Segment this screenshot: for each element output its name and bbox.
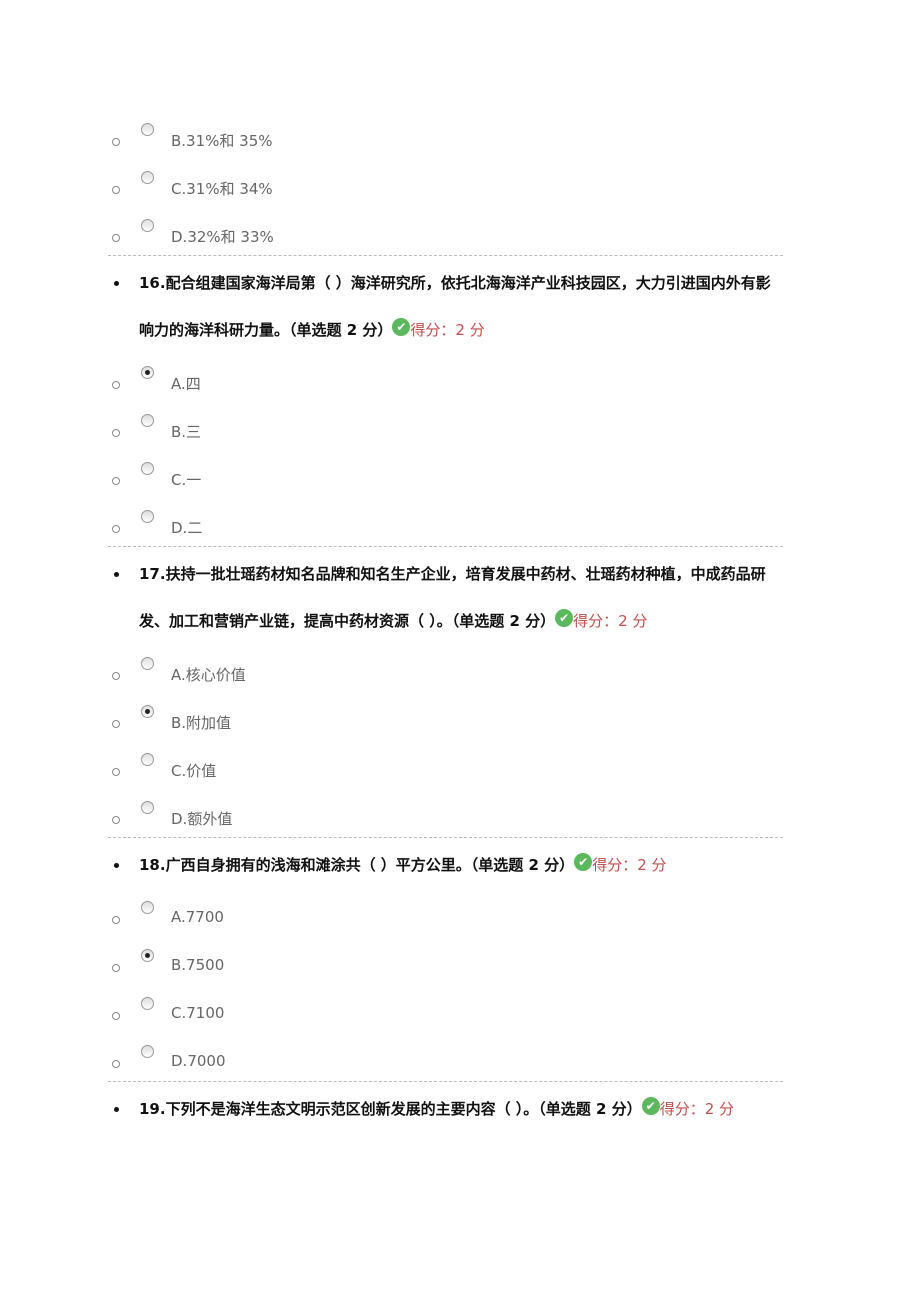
option-label: C.7100 — [171, 1004, 225, 1022]
question: 17.扶持一批壮瑶药材知名品牌和知名生产企业，培育发展中药材、壮瑶药材种植，中成… — [108, 551, 783, 645]
check-circle-icon: ✔ — [574, 853, 593, 871]
circle-bullet-icon — [112, 234, 120, 242]
option-label: B.附加值 — [171, 714, 232, 732]
option-label: B.7500 — [171, 956, 225, 974]
option-label: B.31%和 35% — [171, 132, 273, 150]
bullet-icon — [114, 572, 119, 577]
radio-button[interactable] — [141, 949, 154, 962]
bullet-icon — [114, 863, 119, 868]
circle-bullet-icon — [112, 816, 120, 824]
option-label: D.额外值 — [171, 810, 233, 828]
option-label: D.32%和 33% — [171, 228, 274, 246]
option[interactable]: B.三 — [108, 407, 783, 455]
question: 18.广西自身拥有的浅海和滩涂共（ ）平方公里。（单选题 2 分） ✔ 得分：2 分 — [108, 842, 783, 889]
radio-button[interactable] — [141, 462, 154, 475]
circle-bullet-icon — [112, 964, 120, 972]
question-text: 19.下列不是海洋生态文明示范区创新发展的主要内容（ ）。（单选题 2 分） — [139, 1100, 642, 1118]
option[interactable]: D.二 — [108, 503, 783, 551]
radio-button[interactable] — [141, 219, 154, 232]
option[interactable]: C.一 — [108, 455, 783, 503]
bullet-icon — [114, 1107, 119, 1112]
question: 19.下列不是海洋生态文明示范区创新发展的主要内容（ ）。（单选题 2 分） ✔ 得… — [108, 1086, 783, 1133]
option-label: A.7700 — [171, 908, 224, 926]
circle-bullet-icon — [112, 1012, 120, 1020]
question: 16.配合组建国家海洋局第（ ）海洋研究所，依托北海海洋产业科技园区，大力引进国… — [108, 260, 783, 354]
option[interactable]: A.四 — [108, 359, 783, 407]
circle-bullet-icon — [112, 381, 120, 389]
score-text: 得分：2 分 — [573, 612, 648, 630]
option-label: D.二 — [171, 519, 203, 537]
radio-button[interactable] — [141, 753, 154, 766]
option[interactable]: B.31%和 35% — [108, 116, 783, 164]
option[interactable]: B.附加值 — [108, 698, 783, 746]
circle-bullet-icon — [112, 672, 120, 680]
score-text: 得分：2 分 — [592, 856, 667, 874]
option[interactable]: A.7700 — [108, 894, 783, 942]
circle-bullet-icon — [112, 186, 120, 194]
circle-bullet-icon — [112, 477, 120, 485]
score-text: 得分：2 分 — [410, 321, 485, 339]
option[interactable]: C.7100 — [108, 990, 783, 1038]
option[interactable]: D.32%和 33% — [108, 212, 783, 260]
radio-button[interactable] — [141, 705, 154, 718]
radio-button[interactable] — [141, 901, 154, 914]
circle-bullet-icon — [112, 138, 120, 146]
check-circle-icon: ✔ — [641, 1097, 660, 1115]
option-label: D.7000 — [171, 1052, 226, 1070]
score-text: 得分：2 分 — [659, 1100, 734, 1118]
radio-button[interactable] — [141, 657, 154, 670]
option-label: A.核心价值 — [171, 666, 246, 684]
radio-button[interactable] — [141, 1045, 154, 1058]
circle-bullet-icon — [112, 1060, 120, 1068]
option[interactable]: D.7000 — [108, 1038, 783, 1086]
option[interactable]: A.核心价值 — [108, 650, 783, 698]
question-list: B.31%和 35% C.31%和 34% D.32%和 33% 16.配合组建国家海… — [108, 116, 783, 1138]
option-label: C.31%和 34% — [171, 180, 273, 198]
option-label: C.一 — [171, 471, 202, 489]
option[interactable]: B.7500 — [108, 942, 783, 990]
radio-button[interactable] — [141, 366, 154, 379]
check-circle-icon: ✔ — [392, 318, 411, 336]
radio-button[interactable] — [141, 123, 154, 136]
option-label: A.四 — [171, 375, 201, 393]
radio-button[interactable] — [141, 997, 154, 1010]
question-text: 17.扶持一批壮瑶药材知名品牌和知名生产企业，培育发展中药材、壮瑶药材种植，中成… — [139, 565, 766, 630]
radio-button[interactable] — [141, 510, 154, 523]
circle-bullet-icon — [112, 720, 120, 728]
radio-button[interactable] — [141, 414, 154, 427]
radio-button[interactable] — [141, 171, 154, 184]
option-label: B.三 — [171, 423, 202, 441]
page: B.31%和 35% C.31%和 34% D.32%和 33% 16.配合组建国家海… — [0, 0, 920, 1302]
check-circle-icon: ✔ — [555, 609, 574, 627]
radio-button[interactable] — [141, 801, 154, 814]
circle-bullet-icon — [112, 525, 120, 533]
option-label: C.价值 — [171, 762, 217, 780]
option[interactable]: C.价值 — [108, 746, 783, 794]
option[interactable]: C.31%和 34% — [108, 164, 783, 212]
circle-bullet-icon — [112, 916, 120, 924]
circle-bullet-icon — [112, 768, 120, 776]
option[interactable]: D.额外值 — [108, 794, 783, 842]
question-text: 18.广西自身拥有的浅海和滩涂共（ ）平方公里。（单选题 2 分） — [139, 856, 575, 874]
bullet-icon — [114, 281, 119, 286]
circle-bullet-icon — [112, 429, 120, 437]
